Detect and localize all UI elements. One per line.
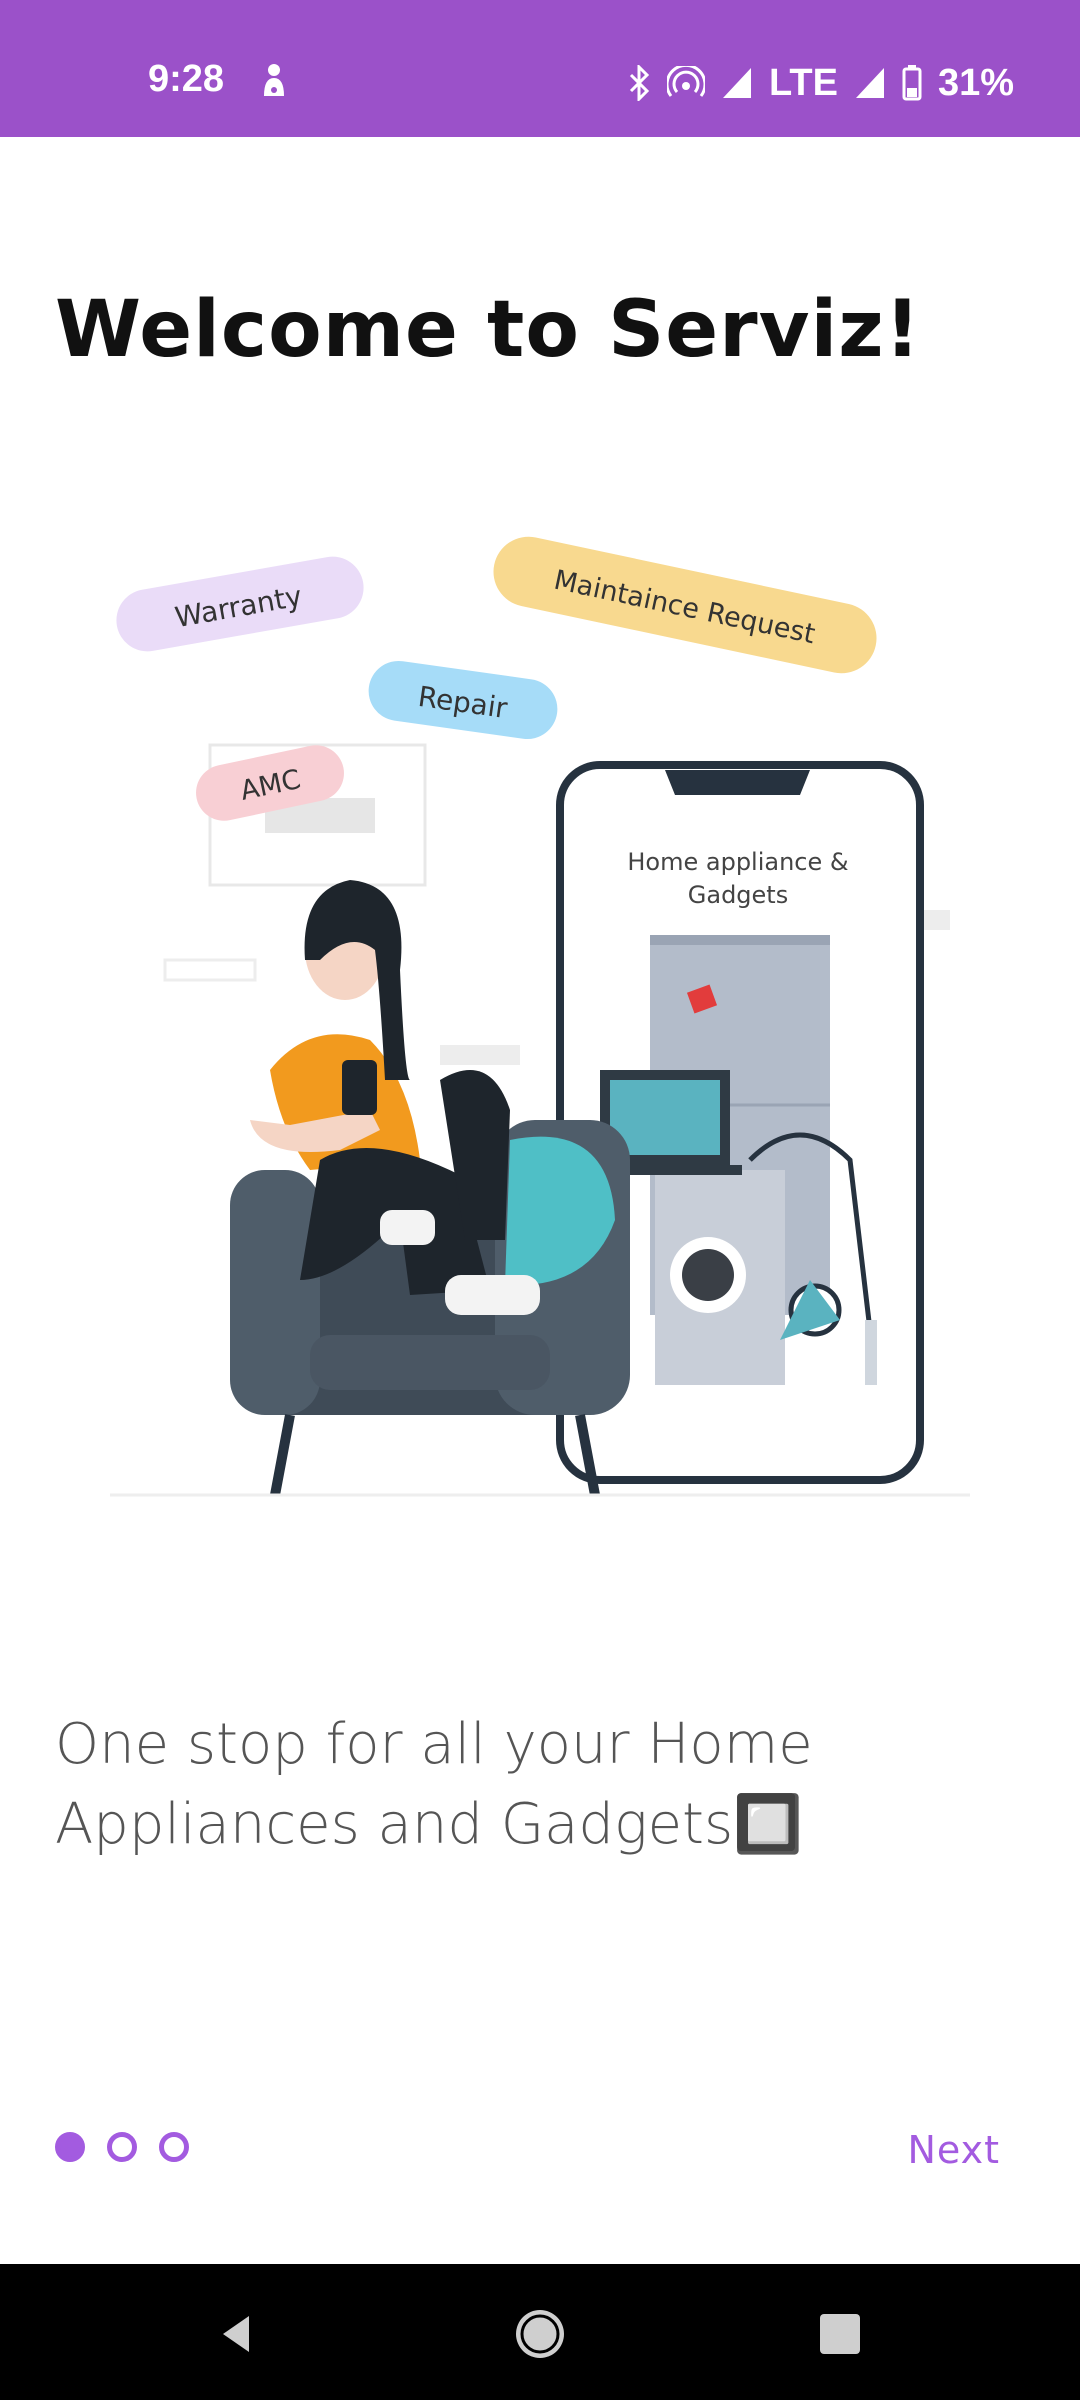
bluetooth-icon bbox=[629, 65, 650, 101]
hotspot-icon bbox=[666, 66, 705, 97]
notification-icon bbox=[264, 64, 284, 96]
signal-icon bbox=[855, 68, 884, 98]
home-icon[interactable] bbox=[510, 2304, 570, 2364]
page-dot[interactable] bbox=[107, 2132, 137, 2162]
warranty-bubble: Warranty bbox=[116, 556, 364, 652]
status-time: 9:28 bbox=[148, 58, 225, 100]
next-button[interactable]: Next bbox=[907, 2128, 1000, 2172]
battery-icon bbox=[902, 65, 922, 101]
phone-text: Gadgets bbox=[688, 881, 788, 909]
onboarding-illustration: Warranty Maintaince Request Repair AMC H… bbox=[110, 536, 970, 1497]
repair-bubble: Repair bbox=[368, 660, 558, 740]
navigation-bar bbox=[0, 2264, 1080, 2400]
back-icon[interactable] bbox=[205, 2304, 265, 2364]
page-dot[interactable] bbox=[159, 2132, 189, 2162]
status-icons: LTE 31% bbox=[627, 58, 1014, 108]
network-type: LTE bbox=[768, 61, 838, 104]
page-indicator bbox=[55, 2132, 189, 2162]
page-title: Welcome to Serviz! bbox=[55, 285, 922, 375]
tagline: One stop for all your Home Appliances an… bbox=[55, 1712, 813, 1857]
maintenance-request-bubble: Maintaince Request bbox=[493, 536, 877, 674]
status-bar: 9:28 LTE 31% bbox=[0, 0, 1080, 137]
signal-icon bbox=[722, 68, 751, 98]
battery-percent: 31% bbox=[937, 61, 1014, 104]
page-dot-active[interactable] bbox=[55, 2132, 85, 2162]
phone-text: Home appliance & bbox=[627, 848, 848, 876]
recents-icon[interactable] bbox=[810, 2304, 870, 2364]
